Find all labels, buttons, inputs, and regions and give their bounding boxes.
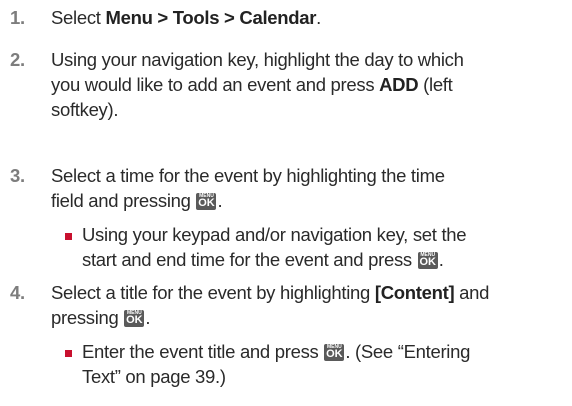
step-text: .	[316, 7, 322, 28]
bullet-text: . (See “Entering	[345, 341, 471, 362]
step-3-bullet: Using your keypad and/or navigation key,…	[8, 222, 467, 272]
content-label: [Content]	[374, 282, 455, 303]
step-4-bullet: Enter the event title and press MENU OK. …	[8, 339, 470, 389]
step-4: 4. Select a title for the event by highl…	[8, 280, 489, 330]
menu-ok-key-icon: MENU OK	[124, 310, 145, 327]
bullet-square-icon	[65, 350, 72, 357]
step-text: and	[454, 282, 490, 303]
step-number: 1.	[10, 7, 25, 28]
step-text: Select a time for the event by highlight…	[51, 165, 445, 186]
bullet-text: Enter the event title and press	[82, 341, 324, 362]
menu-ok-key-icon: MENU OK	[417, 252, 438, 269]
step-text: .	[145, 307, 151, 328]
step-text: pressing	[51, 307, 124, 328]
step-1: 1. Select Menu > Tools > Calendar.	[8, 5, 321, 30]
bullet-text: start and end time for the event and pre…	[82, 249, 417, 270]
step-text: (left	[418, 74, 453, 95]
step-text: softkey).	[51, 99, 119, 120]
softkey-label: ADD	[379, 74, 419, 95]
bullet-text: .	[438, 249, 444, 270]
step-text: .	[217, 190, 223, 211]
step-text: you would like to add an event and press	[51, 74, 380, 95]
step-text: Using your navigation key, highlight the…	[51, 49, 464, 70]
step-number: 3.	[10, 165, 25, 186]
step-text: Select a title for the event by highligh…	[51, 282, 375, 303]
step-2: 2. Using your navigation key, highlight …	[8, 47, 464, 122]
step-3: 3. Select a time for the event by highli…	[8, 163, 445, 213]
menu-ok-key-icon: MENU OK	[196, 193, 217, 210]
bullet-square-icon	[65, 233, 72, 240]
bullet-text: Text” on page 39.)	[82, 366, 226, 387]
menu-ok-key-icon: MENU OK	[324, 344, 345, 361]
step-text: field and pressing	[51, 190, 196, 211]
bullet-text: Using your keypad and/or navigation key,…	[82, 224, 467, 245]
step-number: 2.	[10, 49, 25, 70]
step-number: 4.	[10, 282, 25, 303]
step-text: Select	[51, 7, 106, 28]
menu-path: Menu > Tools > Calendar	[105, 7, 317, 28]
